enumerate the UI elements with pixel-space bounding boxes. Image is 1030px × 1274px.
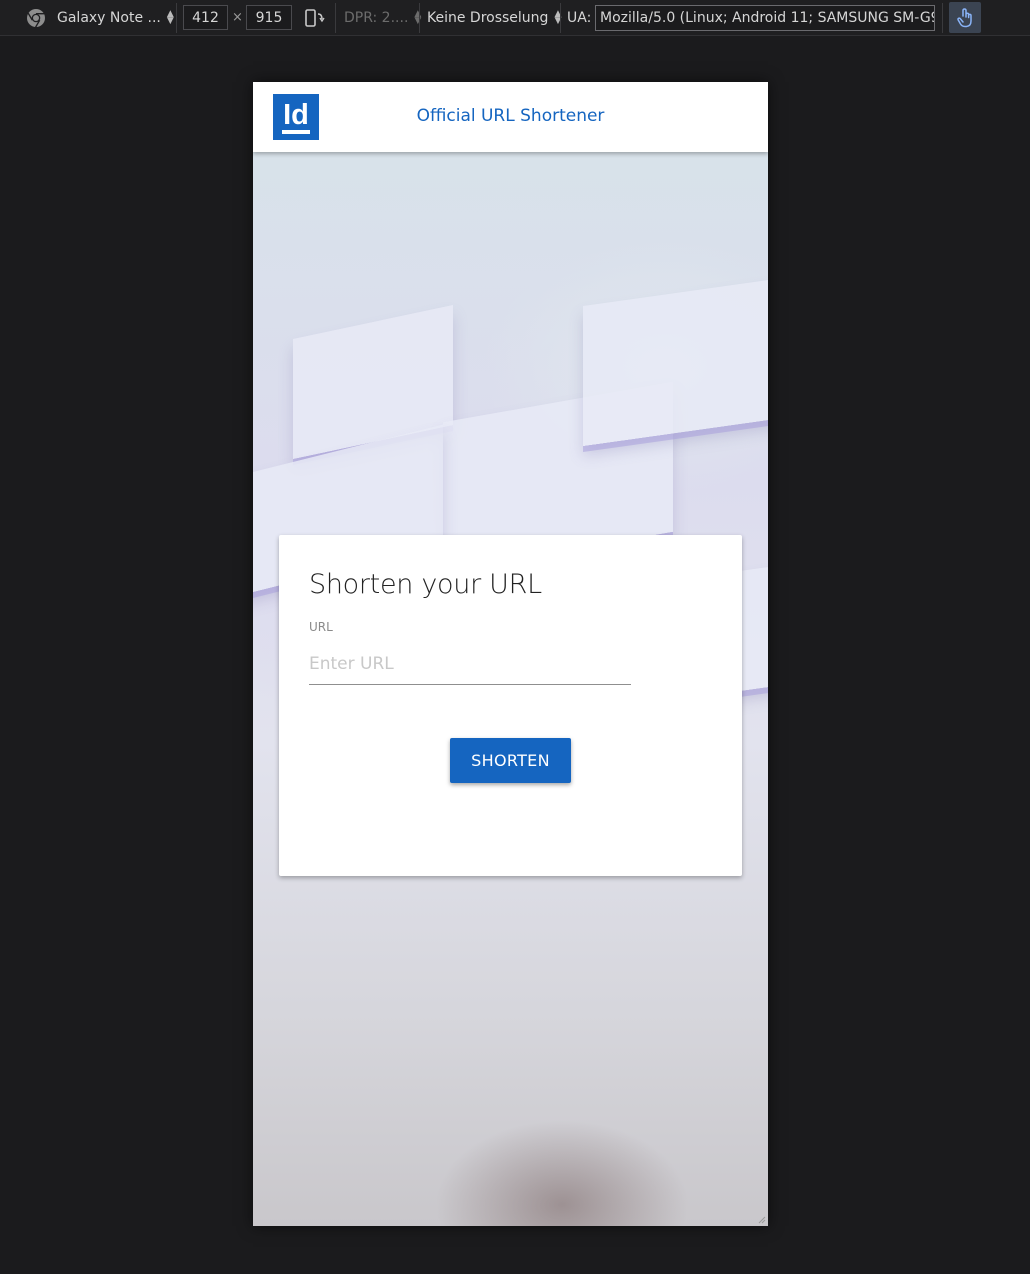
background-tile [583, 277, 768, 447]
touch-icon[interactable] [949, 2, 981, 33]
url-field-label: URL [309, 620, 333, 634]
app-title: Official URL Shortener [416, 106, 605, 126]
toolbar-divider [942, 3, 943, 33]
device-name-label: Galaxy Note ... [57, 9, 161, 26]
shorten-form-card: Shorten your URL URL SHORTEN [279, 535, 742, 876]
chrome-icon [26, 0, 46, 35]
dimension-separator: × [232, 10, 243, 25]
select-arrows-icon: ▲ ▼ [414, 8, 422, 26]
height-input[interactable]: 915 [246, 5, 292, 30]
resize-grip-icon[interactable] [756, 1214, 766, 1224]
rotate-icon[interactable] [302, 0, 326, 35]
dpr-label: DPR: 2.... [344, 9, 409, 26]
url-input[interactable] [309, 643, 631, 685]
throttle-label: Keine Drosselung [427, 9, 549, 26]
device-select[interactable]: Galaxy Note ... ▲ ▼ [57, 0, 174, 35]
devtools-device-toolbar: Galaxy Note ... ▲ ▼ 412 × 915 DPR: 2.... … [0, 0, 1030, 36]
user-agent-input[interactable]: Mozilla/5.0 (Linux; Android 11; SAMSUNG … [595, 5, 935, 31]
form-heading: Shorten your URL [309, 569, 542, 600]
ua-label: UA: [567, 9, 592, 26]
app-header: Id Official URL Shortener [253, 82, 768, 152]
toolbar-divider [176, 3, 177, 33]
throttle-select[interactable]: Keine Drosselung ▲ ▼ [427, 0, 561, 35]
select-arrows-icon: ▲ ▼ [166, 8, 174, 26]
toolbar-divider [560, 3, 561, 33]
shorten-button[interactable]: SHORTEN [450, 738, 571, 783]
dpr-select[interactable]: DPR: 2.... ▲ ▼ [344, 0, 421, 35]
toolbar-divider [419, 3, 420, 33]
width-input[interactable]: 412 [183, 5, 228, 30]
toolbar-divider [335, 3, 336, 33]
device-viewport: Id Official URL Shortener Shorten your U… [253, 82, 768, 1226]
